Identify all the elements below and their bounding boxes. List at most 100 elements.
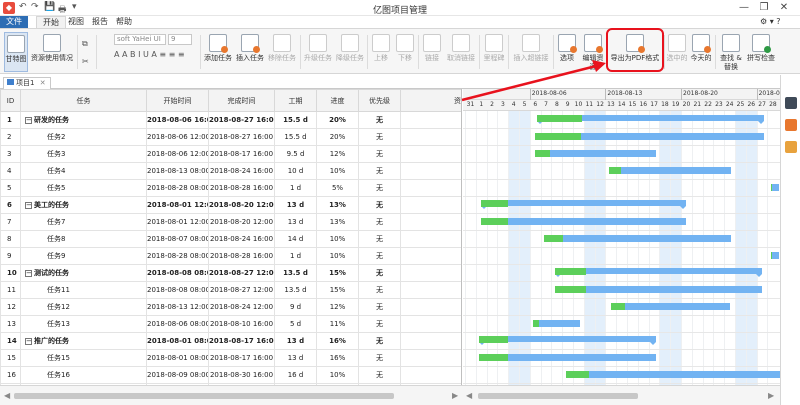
- task-progress-cell[interactable]: 16%: [316, 349, 359, 367]
- task-id-cell[interactable]: 6: [0, 196, 21, 214]
- gantt-summary-bar[interactable]: [479, 336, 657, 345]
- gantt-summary-bar[interactable]: [481, 200, 687, 209]
- task-progress-cell[interactable]: 20%: [316, 111, 359, 129]
- task-start-cell[interactable]: 2018-08-01 12:00: [146, 213, 209, 231]
- task-resource-cell[interactable]: [400, 298, 461, 316]
- task-id-cell[interactable]: 3: [0, 145, 21, 163]
- task-priority-cell[interactable]: 无: [358, 298, 401, 316]
- task-duration-cell[interactable]: 13.5 d: [274, 281, 317, 299]
- task-duration-cell[interactable]: 1 d: [274, 179, 317, 197]
- task-resource-cell[interactable]: [400, 366, 461, 384]
- task-id-cell[interactable]: 5: [0, 179, 21, 197]
- task-finish-cell[interactable]: 2018-08-27 16:00: [208, 111, 275, 129]
- table-row[interactable]: 10−测试的任务2018-08-08 08:002018-08-27 12:00…: [0, 264, 461, 282]
- panel-resource-icon[interactable]: [785, 141, 797, 153]
- task-start-cell[interactable]: 2018-08-07 08:00: [146, 230, 209, 248]
- task-start-cell[interactable]: 2018-08-01 08:00: [146, 349, 209, 367]
- gantt-task-bar[interactable]: [771, 252, 779, 259]
- task-duration-cell[interactable]: 13.5 d: [274, 264, 317, 282]
- task-duration-cell[interactable]: 13 d: [274, 196, 317, 214]
- task-id-cell[interactable]: 16: [0, 366, 21, 384]
- spell-check-button[interactable]: 拼写检查: [746, 32, 776, 72]
- table-row[interactable]: 8 任务8 2018-08-07 08:00 2018-08-24 16:00 14 d…: [0, 230, 461, 248]
- gantt-task-bar[interactable]: [771, 184, 779, 191]
- task-finish-cell[interactable]: 2018-08-17 16:00: [208, 145, 275, 163]
- task-resource-cell[interactable]: [400, 264, 461, 282]
- task-priority-cell[interactable]: 无: [358, 213, 401, 231]
- task-name-cell[interactable]: 任务5: [20, 179, 147, 197]
- col-header-resource[interactable]: 资: [400, 89, 461, 112]
- table-row[interactable]: 2 任务2 2018-08-06 12:00 2018-08-27 16:00 15.5…: [0, 128, 461, 146]
- minimize-button[interactable]: —: [736, 1, 752, 15]
- col-header-finish[interactable]: 完成时间: [208, 89, 275, 112]
- task-start-cell[interactable]: 2018-08-06 16:00: [146, 111, 209, 129]
- panel-briefcase-icon[interactable]: [785, 119, 797, 131]
- gantt-view-button[interactable]: 甘特图: [4, 32, 28, 72]
- task-resource-cell[interactable]: [400, 281, 461, 299]
- edit-resources-button[interactable]: 编辑资源: [580, 32, 606, 72]
- task-progress-cell[interactable]: 10%: [316, 162, 359, 180]
- task-start-cell[interactable]: 2018-08-13 08:00: [146, 162, 209, 180]
- task-finish-cell[interactable]: 2018-08-17 16:00: [208, 332, 275, 350]
- task-duration-cell[interactable]: 10 d: [274, 162, 317, 180]
- task-id-cell[interactable]: 11: [0, 281, 21, 299]
- gantt-scroll-left-icon[interactable]: ◀: [466, 391, 472, 400]
- scroll-right-icon[interactable]: ▶: [452, 391, 458, 400]
- task-priority-cell[interactable]: 无: [358, 332, 401, 350]
- task-priority-cell[interactable]: 无: [358, 366, 401, 384]
- task-priority-cell[interactable]: 无: [358, 349, 401, 367]
- task-start-cell[interactable]: 2018-08-28 08:00: [146, 247, 209, 265]
- gantt-task-bar[interactable]: [479, 354, 656, 361]
- task-priority-cell[interactable]: 无: [358, 281, 401, 299]
- task-duration-cell[interactable]: 14 d: [274, 230, 317, 248]
- move-up-button[interactable]: 上移: [370, 32, 392, 72]
- task-resource-cell[interactable]: [400, 230, 461, 248]
- gantt-task-bar[interactable]: [610, 303, 730, 310]
- task-resource-cell[interactable]: [400, 247, 461, 265]
- task-finish-cell[interactable]: 2018-08-20 12:00: [208, 213, 275, 231]
- table-row[interactable]: 12 任务12 2018-08-13 12:00 2018-08-24 12:00 9 …: [0, 298, 461, 316]
- panel-list-icon[interactable]: [785, 97, 797, 109]
- task-id-cell[interactable]: 14: [0, 332, 21, 350]
- task-name-cell[interactable]: 任务3: [20, 145, 147, 163]
- col-header-duration[interactable]: 工期: [274, 89, 317, 112]
- task-priority-cell[interactable]: 无: [358, 247, 401, 265]
- task-start-cell[interactable]: 2018-08-08 08:00: [146, 281, 209, 299]
- task-finish-cell[interactable]: 2018-08-24 16:00: [208, 230, 275, 248]
- insert-task-button[interactable]: 插入任务: [235, 32, 265, 72]
- task-duration-cell[interactable]: 9 d: [274, 298, 317, 316]
- task-id-cell[interactable]: 15: [0, 349, 21, 367]
- collapse-icon[interactable]: −: [25, 270, 32, 277]
- table-row[interactable]: 14−推广的任务2018-08-01 08:002018-08-17 16:00…: [0, 332, 461, 350]
- promote-task-button[interactable]: 升级任务: [303, 32, 333, 72]
- task-progress-cell[interactable]: 12%: [316, 298, 359, 316]
- table-row[interactable]: 3 任务3 2018-08-06 12:00 2018-08-17 16:00 9.5 …: [0, 145, 461, 163]
- task-id-cell[interactable]: 1: [0, 111, 21, 129]
- col-header-priority[interactable]: 优先级: [358, 89, 401, 112]
- menu-file[interactable]: 文件: [0, 16, 28, 28]
- task-id-cell[interactable]: 10: [0, 264, 21, 282]
- tab-project1[interactable]: 项目1 ✕: [3, 77, 51, 89]
- task-duration-cell[interactable]: 15.5 d: [274, 111, 317, 129]
- task-name-cell[interactable]: 任务11: [20, 281, 147, 299]
- task-progress-cell[interactable]: 10%: [316, 230, 359, 248]
- task-resource-cell[interactable]: [400, 332, 461, 350]
- task-progress-cell[interactable]: 15%: [316, 264, 359, 282]
- tab-close-icon[interactable]: ✕: [40, 79, 46, 87]
- task-duration-cell[interactable]: 13 d: [274, 213, 317, 231]
- add-task-button[interactable]: 添加任务: [203, 32, 233, 72]
- task-id-cell[interactable]: 2: [0, 128, 21, 146]
- task-name-cell[interactable]: 任务4: [20, 162, 147, 180]
- task-id-cell[interactable]: 4: [0, 162, 21, 180]
- task-name-cell[interactable]: 任务2: [20, 128, 147, 146]
- gantt-summary-bar[interactable]: [555, 268, 762, 277]
- task-progress-cell[interactable]: 10%: [316, 366, 359, 384]
- grid-scroll-thumb[interactable]: [14, 393, 394, 399]
- today-button[interactable]: 今天的: [690, 32, 712, 72]
- gantt-summary-bar[interactable]: [537, 115, 764, 124]
- task-resource-cell[interactable]: [400, 213, 461, 231]
- link-button[interactable]: 链接: [421, 32, 443, 72]
- task-resource-cell[interactable]: [400, 162, 461, 180]
- task-start-cell[interactable]: 2018-08-06 12:00: [146, 128, 209, 146]
- task-finish-cell[interactable]: 2018-08-24 12:00: [208, 298, 275, 316]
